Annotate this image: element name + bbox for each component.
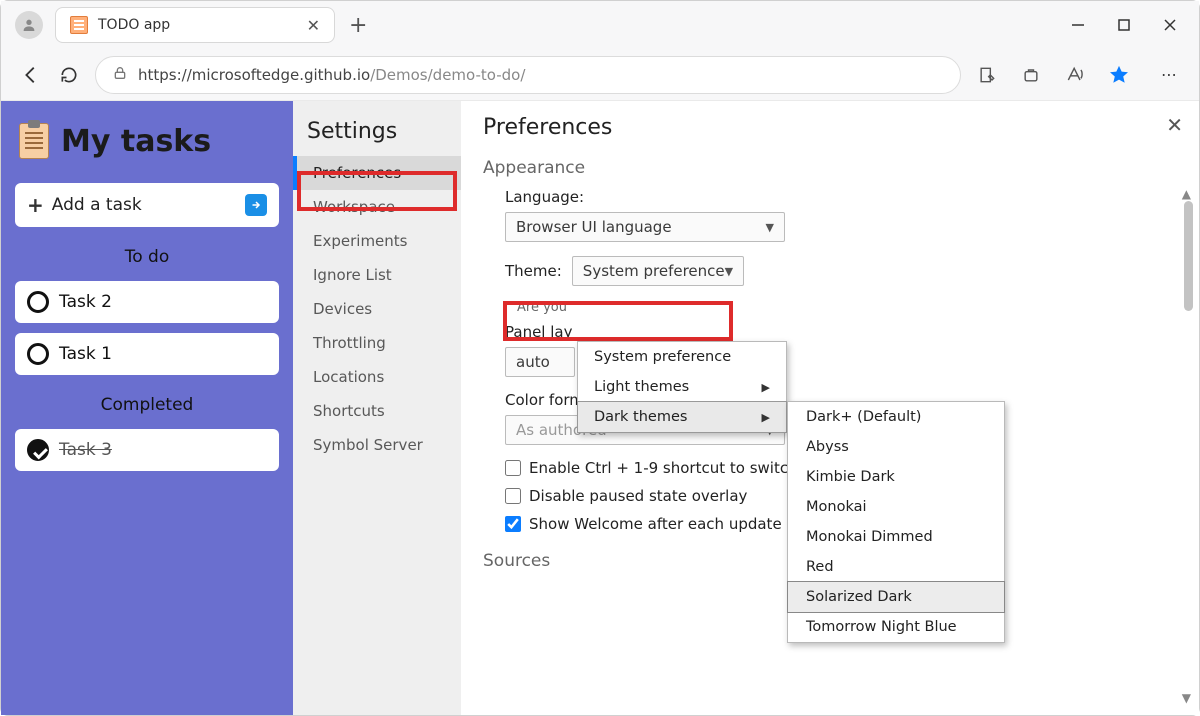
close-settings-icon[interactable]: ✕ — [1166, 113, 1183, 137]
chevron-down-icon: ▼ — [766, 221, 774, 234]
task-label: Task 3 — [59, 440, 112, 460]
language-value: Browser UI language — [516, 218, 672, 236]
tasks-title: My tasks — [15, 117, 279, 173]
checkbox-input[interactable] — [505, 460, 521, 476]
collections-icon[interactable] — [1019, 63, 1043, 87]
menu-item-monokai[interactable]: Monokai — [788, 492, 1004, 522]
sidebar-item-devices[interactable]: Devices — [293, 292, 461, 326]
close-window-button[interactable] — [1161, 16, 1179, 34]
add-task-label: Add a task — [52, 195, 142, 215]
menu-item-red[interactable]: Red — [788, 552, 1004, 582]
clipboard-icon — [70, 16, 88, 34]
chevron-right-icon: ▶ — [762, 381, 770, 394]
url-field[interactable]: https://microsoftedge.github.io/Demos/de… — [95, 56, 961, 94]
close-tab-icon[interactable]: ✕ — [307, 16, 320, 35]
theme-label: Theme: — [505, 262, 562, 280]
panel-layout-label: Panel lay — [505, 323, 1177, 341]
panel-layout-value: auto — [516, 353, 550, 371]
maximize-button[interactable] — [1115, 16, 1133, 34]
tab-title: TODO app — [98, 17, 297, 33]
menu-item-light-themes[interactable]: Light themes▶ — [578, 372, 786, 402]
tasks-panel: My tasks + Add a task To do Task 2 Task … — [1, 101, 293, 715]
url-host: https://microsoftedge.github.io — [138, 66, 370, 84]
browser-tab[interactable]: TODO app ✕ — [55, 7, 335, 43]
refresh-button[interactable] — [57, 63, 81, 87]
panel-layout-select[interactable]: auto — [505, 347, 575, 377]
dark-themes-submenu[interactable]: Dark+ (Default) Abyss Kimbie Dark Monoka… — [787, 401, 1005, 643]
menu-item-tomorrow-night-blue[interactable]: Tomorrow Night Blue — [788, 612, 1004, 642]
chevron-right-icon: ▶ — [762, 411, 770, 424]
add-task-input[interactable]: + Add a task — [15, 183, 279, 227]
theme-subtext: Are you — [517, 300, 1177, 315]
scroll-up-icon[interactable]: ▲ — [1182, 187, 1191, 201]
appearance-heading: Appearance — [483, 158, 1177, 178]
task-label: Task 2 — [59, 292, 112, 312]
menu-item-dark-default[interactable]: Dark+ (Default) — [788, 402, 1004, 432]
preferences-title: Preferences — [483, 115, 1177, 140]
menu-item-dark-themes[interactable]: Dark themes▶ — [577, 401, 787, 433]
checkbox-icon[interactable] — [27, 291, 49, 313]
sidebar-item-experiments[interactable]: Experiments — [293, 224, 461, 258]
favorite-star-icon[interactable] — [1107, 63, 1131, 87]
theme-select[interactable]: System preference ▼ — [572, 256, 744, 286]
sidebar-item-ignore-list[interactable]: Ignore List — [293, 258, 461, 292]
completed-heading: Completed — [15, 385, 279, 419]
sidebar-item-locations[interactable]: Locations — [293, 360, 461, 394]
checkbox-input[interactable] — [505, 516, 521, 532]
checkbox-checked-icon[interactable] — [27, 439, 49, 461]
theme-value: System preference — [583, 262, 725, 280]
menu-item-kimbie-dark[interactable]: Kimbie Dark — [788, 462, 1004, 492]
back-button[interactable] — [19, 63, 43, 87]
menu-item-monokai-dimmed[interactable]: Monokai Dimmed — [788, 522, 1004, 552]
scroll-down-icon[interactable]: ▼ — [1182, 691, 1191, 705]
chevron-down-icon: ▼ — [725, 265, 733, 278]
sidebar-item-throttling[interactable]: Throttling — [293, 326, 461, 360]
task-label: Task 1 — [59, 344, 112, 364]
settings-sidebar: Settings Preferences Workspace Experimen… — [293, 101, 461, 715]
theme-menu[interactable]: System preference Light themes▶ Dark the… — [577, 341, 787, 433]
lock-icon — [112, 65, 128, 85]
checkbox-input[interactable] — [505, 488, 521, 504]
new-tab-button[interactable]: + — [349, 13, 367, 38]
more-menu-button[interactable]: ⋯ — [1157, 63, 1181, 87]
task-row-done[interactable]: Task 3 — [15, 429, 279, 471]
read-aloud-icon[interactable] — [1063, 63, 1087, 87]
edit-icon[interactable] — [975, 63, 999, 87]
checkbox-icon[interactable] — [27, 343, 49, 365]
language-select[interactable]: Browser UI language ▼ — [505, 212, 785, 242]
task-row[interactable]: Task 2 — [15, 281, 279, 323]
sidebar-item-shortcuts[interactable]: Shortcuts — [293, 394, 461, 428]
tasks-title-text: My tasks — [61, 124, 211, 159]
settings-title: Settings — [293, 113, 461, 156]
sidebar-item-symbol-server[interactable]: Symbol Server — [293, 428, 461, 462]
menu-item-abyss[interactable]: Abyss — [788, 432, 1004, 462]
url-path: /Demos/demo-to-do/ — [370, 66, 525, 84]
plus-icon: + — [27, 193, 44, 217]
task-row[interactable]: Task 1 — [15, 333, 279, 375]
title-bar: TODO app ✕ + — [1, 1, 1199, 49]
minimize-button[interactable] — [1069, 16, 1087, 34]
todo-heading: To do — [15, 237, 279, 271]
language-label: Language: — [505, 188, 1177, 206]
scrollbar-thumb[interactable] — [1184, 201, 1193, 311]
sidebar-item-workspace[interactable]: Workspace — [293, 190, 461, 224]
sidebar-item-preferences[interactable]: Preferences — [293, 156, 461, 190]
menu-item-solarized-dark[interactable]: Solarized Dark — [787, 581, 1005, 613]
profile-avatar[interactable] — [15, 11, 43, 39]
address-bar: https://microsoftedge.github.io/Demos/de… — [1, 49, 1199, 101]
clipboard-icon — [19, 123, 49, 159]
submit-arrow-icon[interactable] — [245, 194, 267, 216]
menu-item-system-preference[interactable]: System preference — [578, 342, 786, 372]
